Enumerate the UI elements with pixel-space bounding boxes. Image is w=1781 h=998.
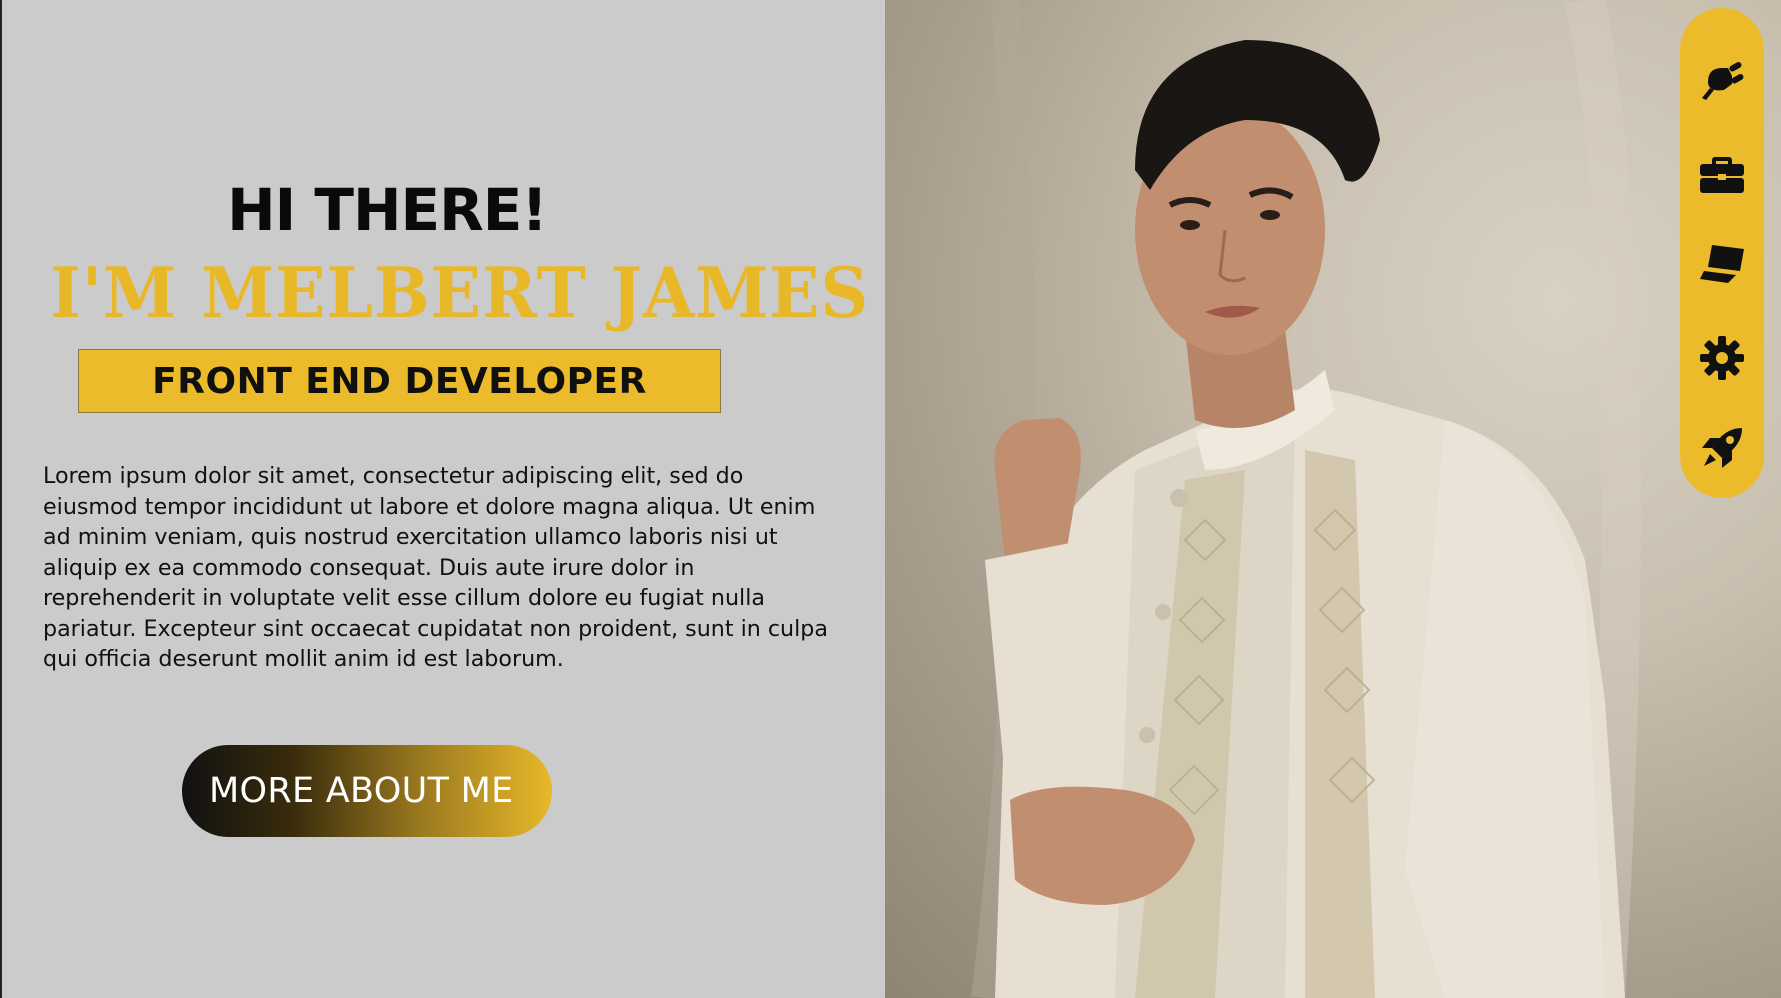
role-banner: FRONT END DEVELOPER — [78, 349, 721, 413]
role-title: FRONT END DEVELOPER — [152, 360, 647, 402]
nav-item-work[interactable] — [1680, 138, 1764, 208]
name-heading: I'M MELBERT JAMES — [50, 252, 870, 334]
nav-item-launch[interactable] — [1680, 413, 1764, 483]
gear-icon — [1700, 336, 1744, 380]
greeting-heading: HI THERE! — [227, 176, 548, 244]
hero-panel: HI THERE! I'M MELBERT JAMES FRONT END DE… — [0, 0, 885, 998]
plug-icon — [1702, 62, 1744, 100]
rocket-icon — [1702, 428, 1742, 468]
nav-item-skills[interactable] — [1680, 43, 1764, 113]
nav-item-projects[interactable] — [1680, 228, 1764, 298]
side-navigation — [1680, 8, 1764, 498]
briefcase-icon — [1700, 157, 1744, 193]
portrait-illustration — [971, 0, 1641, 998]
nav-item-settings[interactable] — [1680, 323, 1764, 393]
laptop-icon — [1700, 245, 1744, 283]
more-about-me-button[interactable]: MORE ABOUT ME — [182, 745, 552, 837]
intro-paragraph: Lorem ipsum dolor sit amet, consectetur … — [43, 463, 828, 672]
profile-photo — [885, 0, 1781, 998]
